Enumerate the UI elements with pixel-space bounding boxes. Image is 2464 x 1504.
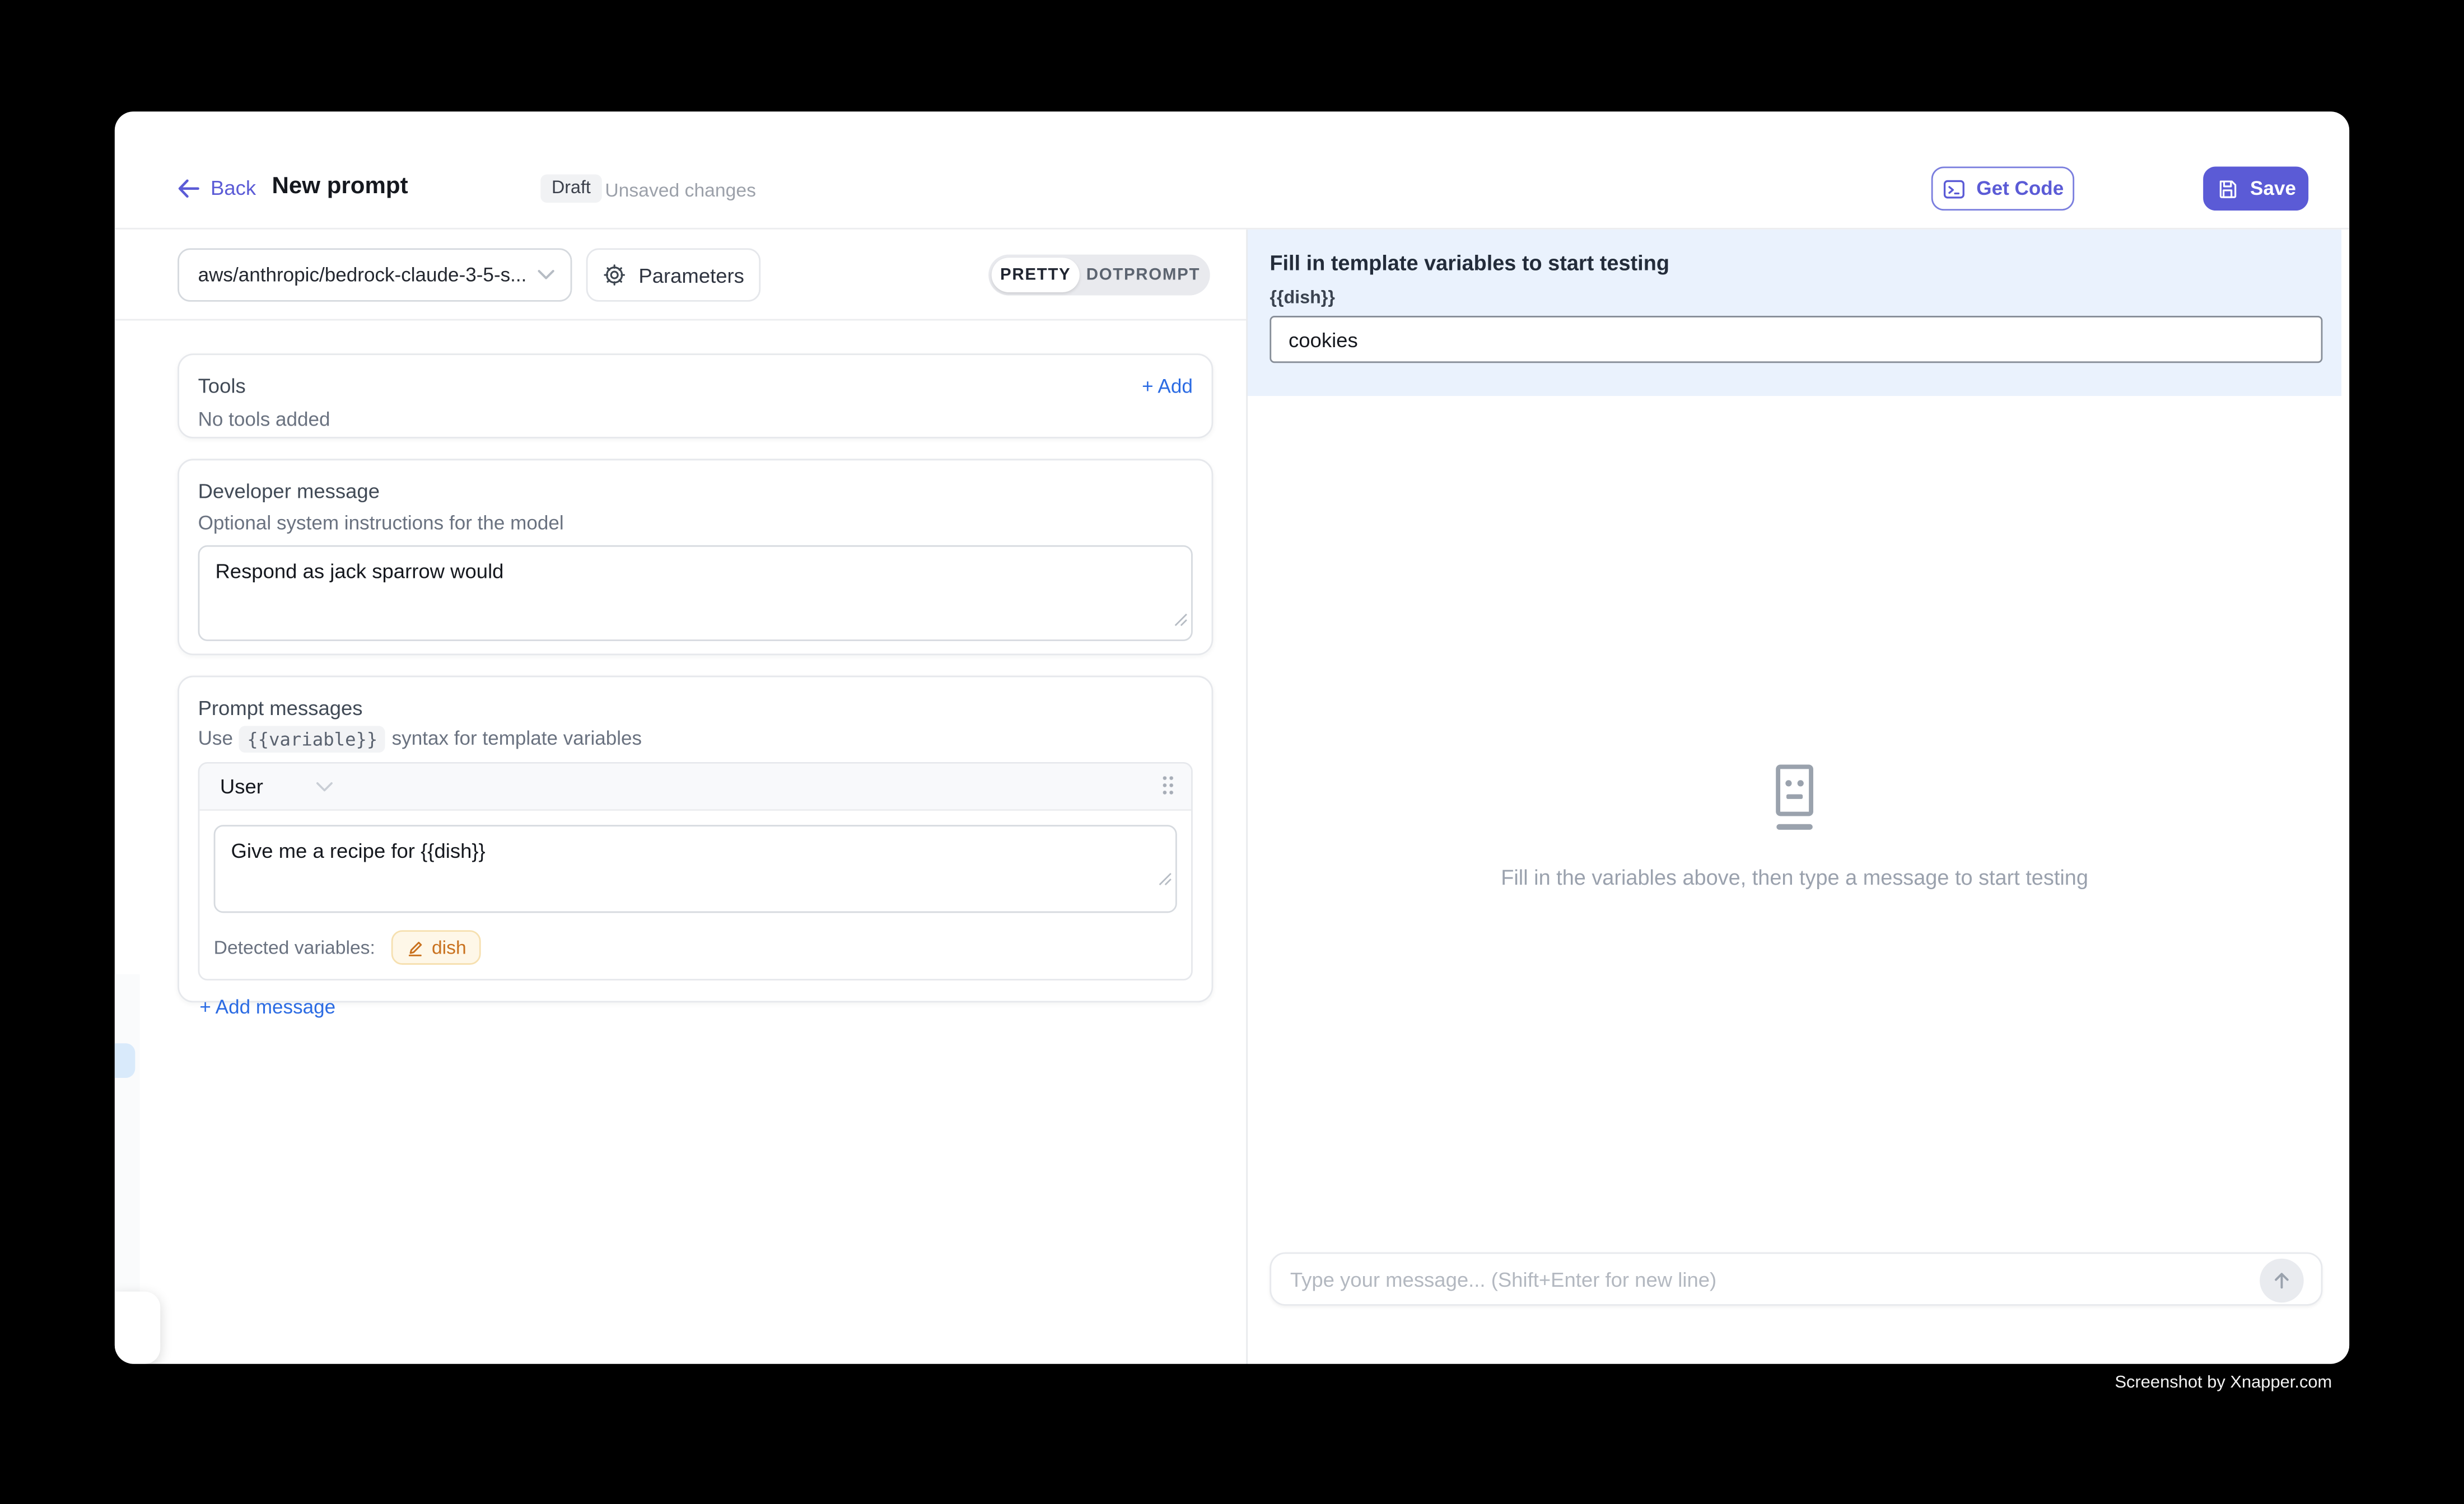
parameters-button[interactable]: Parameters <box>586 248 760 301</box>
get-code-button[interactable]: Get Code <box>1931 166 2074 211</box>
gear-icon <box>603 263 628 288</box>
drag-handle-icon[interactable] <box>1163 776 1175 796</box>
developer-message-card: Developer message Optional system instru… <box>178 459 1213 655</box>
terminal-icon <box>1942 177 1966 200</box>
back-button[interactable]: Back <box>178 176 256 199</box>
tab-dotprompt[interactable]: DOTPROMPT <box>1080 258 1207 292</box>
variable-value-input[interactable] <box>1270 316 2322 363</box>
variable-name-label: {{dish}} <box>1270 289 2319 308</box>
message-role-row: User <box>199 764 1191 811</box>
test-pane: Fill in template variables to start test… <box>1248 230 2349 1364</box>
syntax-suffix: syntax for template variables <box>392 727 642 749</box>
tab-pretty[interactable]: PRETTY <box>992 258 1080 292</box>
developer-message-title: Developer message <box>198 479 1193 503</box>
back-arrow-icon <box>178 178 199 197</box>
header: Back New prompt Draft Unsaved changes Ge… <box>115 111 2349 229</box>
developer-message-subtitle: Optional system instructions for the mod… <box>198 512 1193 534</box>
template-variables-panel: Fill in template variables to start test… <box>1248 230 2341 396</box>
sidebar-peek-selected-item[interactable] <box>115 1043 135 1078</box>
message-textarea[interactable]: Give me a recipe for {{dish}} <box>214 825 1177 913</box>
watermark-text: Screenshot by Xnapper.com <box>2115 1374 2332 1393</box>
save-icon <box>2215 177 2239 200</box>
chat-empty-text: Fill in the variables above, then type a… <box>1248 866 2341 889</box>
variable-syntax-chip: {{variable}} <box>239 725 385 752</box>
add-tool-button[interactable]: + Add <box>1142 375 1193 396</box>
screen: Back New prompt Draft Unsaved changes Ge… <box>0 0 2464 1503</box>
send-arrow-icon <box>2271 1269 2293 1291</box>
model-toolbar: aws/anthropic/bedrock-claude-3-5-s... Pa… <box>115 230 1246 321</box>
editor-pane: aws/anthropic/bedrock-claude-3-5-s... Pa… <box>115 230 1246 1364</box>
model-select-value: aws/anthropic/bedrock-claude-3-5-s... <box>198 264 538 286</box>
send-button[interactable] <box>2260 1258 2304 1302</box>
syntax-hint: Use {{variable}} syntax for template varia… <box>198 727 1193 749</box>
parameters-label: Parameters <box>638 263 744 287</box>
pencil-icon <box>405 937 424 957</box>
variable-badge[interactable]: dish <box>391 930 480 965</box>
robot-icon <box>1763 817 1826 844</box>
tools-card: Tools + Add No tools added <box>178 353 1213 438</box>
add-message-button[interactable]: + Add message <box>199 996 335 1018</box>
chat-empty-state: Fill in the variables above, then type a… <box>1248 764 2341 889</box>
sidebar-peek-card <box>115 1292 160 1364</box>
prompt-messages-card: Prompt messages Use {{variable}} syntax fo… <box>178 676 1213 1003</box>
app-window: Back New prompt Draft Unsaved changes Ge… <box>115 111 2349 1363</box>
tools-title: Tools <box>198 374 246 398</box>
model-select[interactable]: aws/anthropic/bedrock-claude-3-5-s... <box>178 248 572 301</box>
status-badge: Draft <box>540 174 601 203</box>
syntax-prefix: Use <box>198 727 233 749</box>
message-block: User Give me a recipe for {{dish}} De <box>198 762 1193 980</box>
chat-input-bar <box>1270 1252 2322 1305</box>
chevron-down-icon <box>316 780 334 792</box>
chevron-down-icon <box>538 269 555 281</box>
save-label: Save <box>2250 178 2296 199</box>
view-toggle: PRETTY DOTPROMPT <box>988 255 1210 296</box>
role-select[interactable]: User <box>220 774 263 798</box>
get-code-label: Get Code <box>1976 178 2064 199</box>
save-button[interactable]: Save <box>2203 166 2308 211</box>
template-variables-title: Fill in template variables to start test… <box>1270 251 2319 275</box>
sidebar-peek-strip <box>115 974 139 1292</box>
developer-message-textarea[interactable]: Respond as jack sparrow would <box>198 545 1193 641</box>
page-title: New prompt <box>272 173 408 200</box>
variable-badge-label: dish <box>432 936 466 958</box>
status-text: Unsaved changes <box>605 179 756 201</box>
back-label: Back <box>211 176 256 199</box>
prompt-messages-title: Prompt messages <box>198 696 1193 720</box>
tools-empty-text: No tools added <box>198 409 1193 431</box>
detected-variables-label: Detected variables: <box>214 936 375 958</box>
detected-variables-row: Detected variables: dish <box>199 927 1191 979</box>
chat-message-input[interactable] <box>1271 1254 2246 1304</box>
